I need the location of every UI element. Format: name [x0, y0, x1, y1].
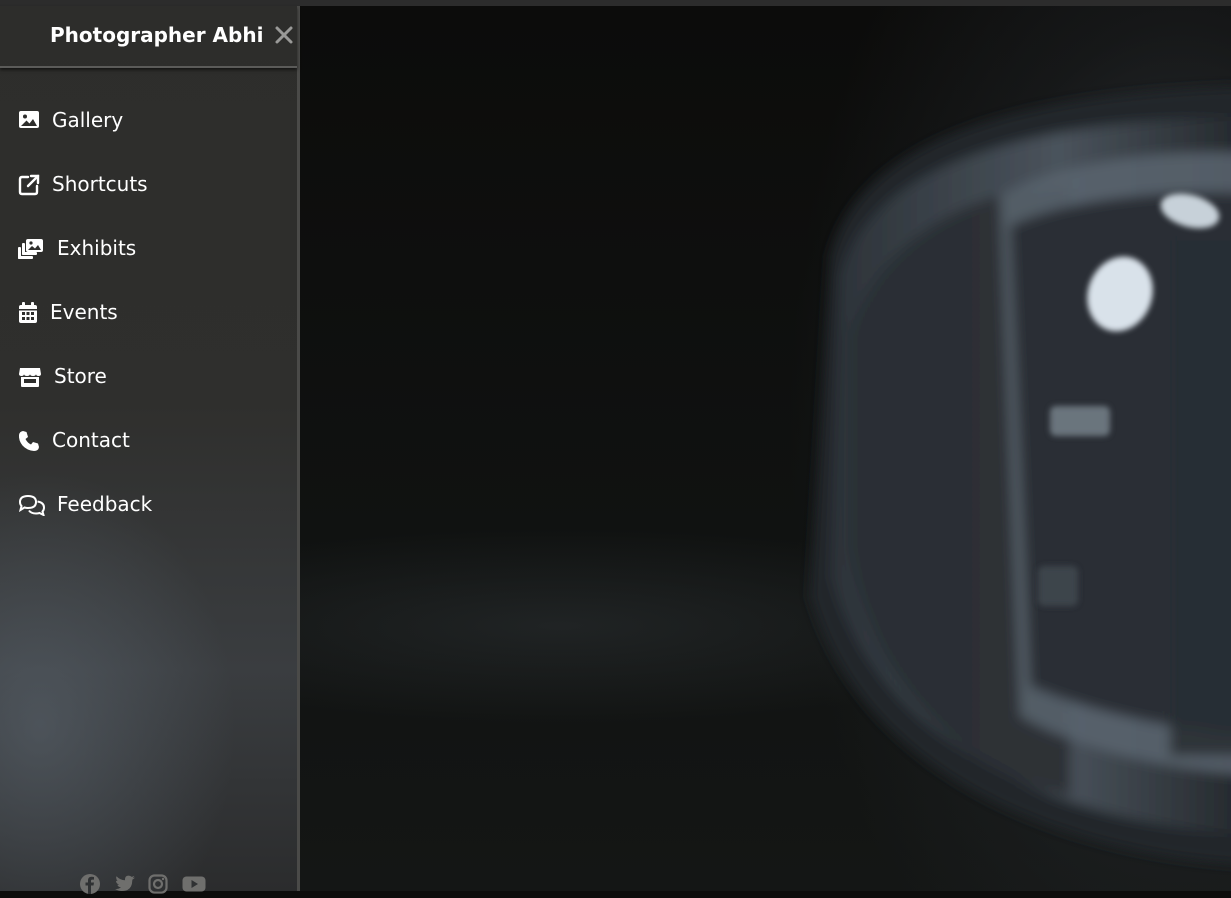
sidebar-item-label: Shortcuts — [52, 172, 148, 196]
photo-stack-icon — [18, 238, 43, 260]
sidebar-item-label: Contact — [52, 428, 130, 452]
sidebar-nav: Photographer Abhi Gallery Shortcuts Exhi… — [0, 6, 300, 894]
sidebar-item-shortcuts[interactable]: Shortcuts — [0, 170, 297, 234]
sidebar-item-label: Gallery — [52, 108, 124, 132]
youtube-icon[interactable] — [182, 874, 206, 896]
sidebar-item-contact[interactable]: Contact — [0, 426, 297, 490]
chat-bubbles-icon — [18, 494, 46, 517]
sidebar-item-feedback[interactable]: Feedback — [0, 490, 297, 554]
site-title: Photographer Abhi — [50, 23, 264, 47]
sidebar-item-events[interactable]: Events — [0, 298, 297, 362]
image-icon — [18, 110, 42, 132]
sidebar-item-exhibits[interactable]: Exhibits — [0, 234, 297, 298]
sidebar-menu: Gallery Shortcuts Exhibits Events Store … — [0, 106, 297, 554]
social-links — [80, 874, 206, 896]
sidebar-item-label: Events — [50, 300, 118, 324]
phone-icon — [18, 430, 42, 452]
sidebar-item-label: Feedback — [57, 492, 153, 516]
calendar-icon — [18, 302, 42, 324]
sidebar-item-label: Store — [54, 364, 107, 388]
close-icon[interactable] — [270, 21, 298, 49]
sidebar-item-label: Exhibits — [57, 236, 137, 260]
facebook-icon[interactable] — [80, 874, 102, 896]
external-link-icon — [18, 174, 42, 196]
store-icon — [18, 366, 42, 388]
sidebar-item-store[interactable]: Store — [0, 362, 297, 426]
camera-lens-image — [810, 86, 1231, 864]
sidebar-item-gallery[interactable]: Gallery — [0, 106, 297, 170]
instagram-icon[interactable] — [148, 874, 170, 896]
twitter-icon[interactable] — [114, 874, 136, 896]
sidebar-header: Photographer Abhi — [0, 6, 297, 68]
